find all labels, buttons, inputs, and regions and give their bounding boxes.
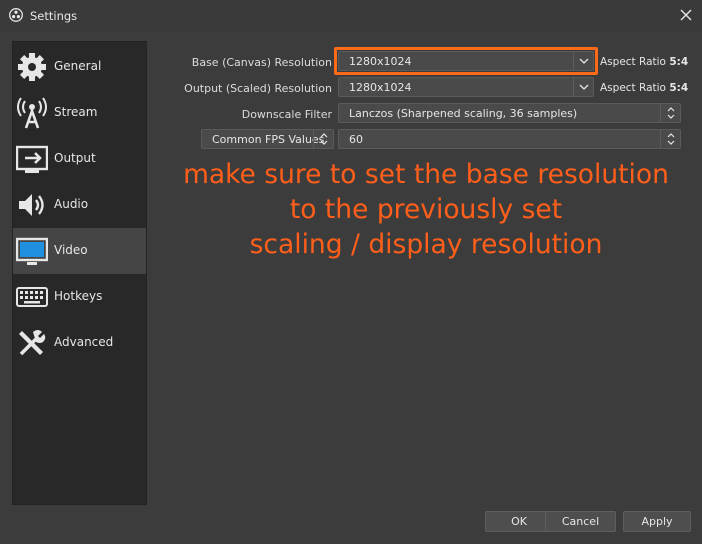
annotation-text: make sure to set the base resolution to … bbox=[150, 157, 702, 262]
chevron-down-icon[interactable] bbox=[573, 78, 593, 96]
base-aspect-ratio: Aspect Ratio 5:4 bbox=[600, 56, 688, 68]
window-title: Settings bbox=[30, 9, 78, 23]
fps-value: 60 bbox=[349, 133, 363, 146]
aspect-prefix: Aspect Ratio bbox=[600, 56, 666, 68]
sidebar-item-label: General bbox=[54, 59, 102, 73]
sidebar-item-stream[interactable]: Stream bbox=[13, 90, 146, 136]
output-aspect-ratio: Aspect Ratio 5:4 bbox=[600, 82, 688, 94]
sidebar-item-audio[interactable]: Audio bbox=[13, 182, 146, 228]
downscale-filter-combo[interactable]: Lanczos (Sharpened scaling, 36 samples) bbox=[338, 103, 681, 123]
sidebar-item-label: Hotkeys bbox=[54, 289, 103, 303]
base-resolution-combo[interactable]: 1280x1024 bbox=[338, 51, 594, 71]
obs-logo-icon bbox=[9, 8, 23, 22]
antenna-icon bbox=[17, 97, 47, 129]
sidebar-item-hotkeys[interactable]: Hotkeys bbox=[13, 274, 146, 320]
downscale-filter-label: Downscale Filter bbox=[241, 108, 332, 121]
fps-type-combo[interactable]: Common FPS Values bbox=[201, 129, 334, 149]
sidebar-item-label: Stream bbox=[54, 105, 98, 119]
sidebar-item-label: Advanced bbox=[54, 335, 114, 349]
annotation-line: to the previously set bbox=[289, 194, 563, 225]
updown-arrows-icon[interactable] bbox=[660, 104, 680, 122]
close-icon[interactable] bbox=[678, 7, 694, 23]
output-icon bbox=[16, 145, 48, 173]
fps-value-combo[interactable]: 60 bbox=[338, 129, 681, 149]
keyboard-icon bbox=[16, 287, 48, 307]
sidebar-item-label: Output bbox=[54, 151, 96, 165]
output-resolution-combo[interactable]: 1280x1024 bbox=[338, 77, 594, 97]
title-bar: Settings bbox=[0, 0, 702, 32]
sidebar-item-general[interactable]: General bbox=[13, 44, 146, 90]
downscale-filter-value: Lanczos (Sharpened scaling, 36 samples) bbox=[349, 107, 578, 120]
settings-sidebar: General Stream Output Audio Video Hotkey… bbox=[12, 41, 147, 505]
sidebar-item-label: Audio bbox=[54, 197, 89, 211]
aspect-value: 5:4 bbox=[669, 82, 689, 94]
annotation-line: make sure to set the base resolution bbox=[183, 159, 669, 190]
apply-button[interactable]: Apply bbox=[623, 511, 691, 532]
base-resolution-label: Base (Canvas) Resolution bbox=[191, 56, 332, 69]
aspect-value: 5:4 bbox=[669, 56, 689, 68]
gear-icon bbox=[18, 53, 46, 81]
monitor-icon bbox=[16, 237, 48, 265]
speaker-icon bbox=[19, 194, 44, 216]
annotation-line: scaling / display resolution bbox=[249, 229, 603, 260]
sidebar-item-advanced[interactable]: Advanced bbox=[13, 320, 146, 366]
chevron-down-icon[interactable] bbox=[573, 52, 593, 70]
sidebar-item-label: Video bbox=[54, 243, 88, 257]
cancel-button[interactable]: Cancel bbox=[545, 511, 616, 532]
aspect-prefix: Aspect Ratio bbox=[600, 82, 666, 94]
output-resolution-value: 1280x1024 bbox=[349, 81, 412, 94]
fps-type-value: Common FPS Values bbox=[212, 133, 325, 146]
tools-icon bbox=[19, 330, 46, 356]
base-resolution-value: 1280x1024 bbox=[349, 55, 412, 68]
ok-button[interactable]: OK bbox=[485, 511, 553, 532]
sidebar-item-output[interactable]: Output bbox=[13, 136, 146, 182]
updown-arrows-icon[interactable] bbox=[660, 130, 680, 148]
output-resolution-label: Output (Scaled) Resolution bbox=[184, 82, 332, 95]
sidebar-item-video[interactable]: Video bbox=[13, 228, 146, 274]
updown-arrows-icon[interactable] bbox=[313, 130, 333, 148]
